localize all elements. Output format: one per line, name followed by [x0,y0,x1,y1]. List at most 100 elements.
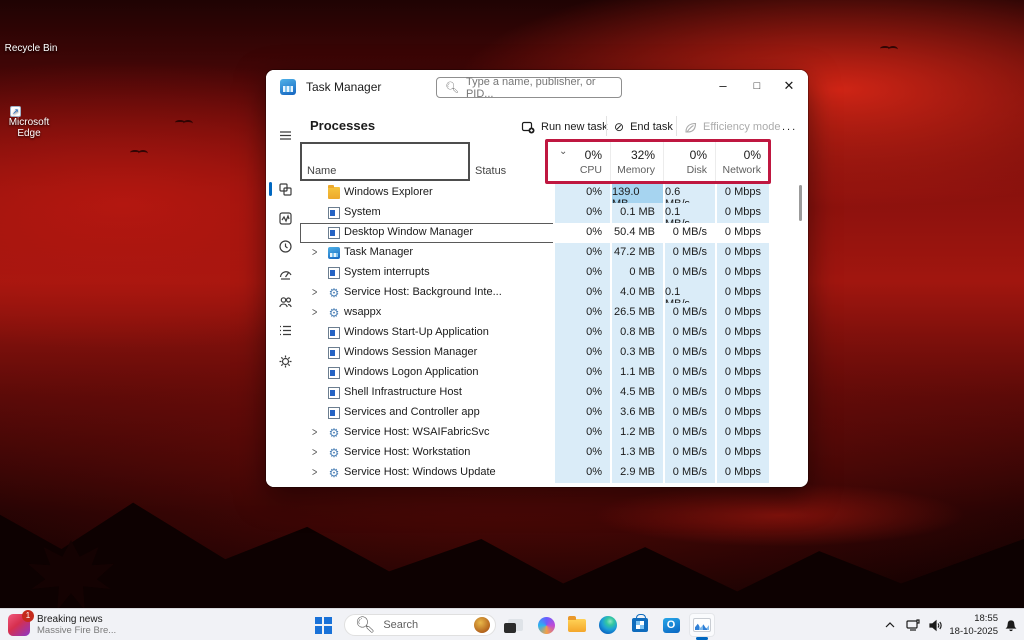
speaker-icon [928,619,942,631]
expand-chevron-icon[interactable]: ˃ [312,246,317,259]
show-hidden-icons-button[interactable] [880,609,900,640]
efficiency-mode-button[interactable]: Efficiency mode [684,116,780,138]
more-options-button[interactable]: ... [782,116,797,138]
memory-cell: 1.1 MB [610,363,663,383]
microsoft-store-button[interactable] [627,613,653,637]
network-cell: 0 Mbps [715,463,769,483]
process-row[interactable]: ˃ ⚙ Service Host: Windows Update 0% 2.9 … [300,463,769,483]
network-cell: 0 Mbps [715,303,769,323]
cpu-cell: 0% [553,263,610,283]
leaf-icon [685,122,697,133]
menu-button[interactable] [274,124,296,146]
search-icon: 🔍︎ [355,617,376,634]
memory-column-label: Memory [617,164,655,176]
sidebar-item-processes[interactable] [274,178,296,200]
memory-cell: 1.2 MB [610,423,663,443]
expand-chevron-icon[interactable]: ˃ [312,426,317,439]
process-row[interactable]: ˃ ⚙ Service Host: Workstation 0% 1.3 MB … [300,443,769,463]
process-row[interactable]: ˃ System interrupts 0% 0 MB 0 MB/s 0 Mbp… [300,263,769,283]
expand-chevron-icon[interactable]: ˃ [312,286,317,299]
desktop-icon-recycle-bin[interactable]: ♻ Recycle Bin [0,8,62,54]
column-header-disk[interactable]: 0% Disk [663,142,715,182]
process-row[interactable]: ˃ Desktop Window Manager 0% 50.4 MB 0 MB… [300,223,769,243]
outlook-button[interactable]: O [658,613,684,637]
process-row[interactable]: ˃ Windows Session Manager 0% 0.3 MB 0 MB… [300,343,769,363]
process-name: Windows Session Manager [344,346,478,358]
task-view-button[interactable] [502,613,528,637]
list-icon [279,325,291,335]
clock-tray[interactable]: 18:55 18-10-2025 [946,612,998,638]
run-new-task-button[interactable]: Run new task [521,116,608,138]
process-row[interactable]: ˃ Windows Logon Application 0% 1.1 MB 0 … [300,363,769,383]
process-row[interactable]: ˃ Shell Infrastructure Host 0% 4.5 MB 0 … [300,383,769,403]
cpu-cell: 0% [553,243,610,263]
notifications-button[interactable] [1000,609,1022,640]
column-header-cpu[interactable]: 0% CPU [553,142,610,182]
expand-chevron-icon[interactable]: ˃ [312,306,317,319]
sidebar-item-users[interactable] [274,291,296,313]
disk-cell: 0.6 MB/s [663,183,715,210]
column-header-memory[interactable]: 32% Memory [610,142,663,182]
expand-chevron-icon[interactable]: ˃ [312,446,317,459]
end-task-label: End task [630,121,673,133]
tray-time: 18:55 [974,613,998,624]
ethernet-icon [906,619,920,631]
toolbar-divider [606,116,607,136]
process-row[interactable]: ˃ Task Manager 0% 47.2 MB 0 MB/s 0 Mbps [300,243,769,263]
process-row[interactable]: ˃ ⚙ Service Host: Background Inte... 0% … [300,283,769,310]
volume-tray-icon[interactable] [924,609,946,640]
taskbar-search[interactable]: 🔍︎ Search [344,614,496,636]
process-row[interactable]: ˃ Windows Start-Up Application 0% 0.8 MB… [300,323,769,343]
network-tray-icon[interactable] [902,609,924,640]
process-search-input[interactable]: 🔍︎ Type a name, publisher, or PID... [436,76,622,100]
column-header-network[interactable]: 0% Network [715,142,769,182]
vertical-scrollbar[interactable] [799,185,802,221]
process-row[interactable]: ˃ ⚙ wsappx 0% 26.5 MB 0 MB/s 0 Mbps [300,303,769,323]
process-row[interactable]: ˃ Windows Explorer 0% 139.0 MB 0.6 MB/s … [300,183,769,210]
disk-cell: 0 MB/s [663,443,715,463]
desktop-icon-microsoft-edge[interactable]: ↗ Microsoft Edge [0,82,62,139]
widgets-button[interactable]: 1 Breaking news Massive Fire Bre... [8,610,168,639]
process-icon [328,367,340,379]
network-cell: 0 Mbps [715,423,769,443]
process-name: Windows Logon Application [344,366,479,378]
expand-chevron-icon[interactable]: ˃ [312,466,317,479]
sidebar-item-app-history[interactable] [274,235,296,257]
sidebar-item-startup-apps[interactable] [274,263,296,285]
process-icon [328,227,340,239]
sidebar-item-details[interactable] [274,319,296,341]
close-button[interactable]: ✕ [772,70,806,102]
network-total-value: 0% [743,148,761,162]
copilot-button[interactable] [533,613,559,637]
end-task-icon: ⊘ [614,120,625,134]
file-explorer-button[interactable] [564,613,590,637]
sidebar-item-services[interactable] [274,350,296,372]
window-titlebar[interactable]: Task Manager 🔍︎ Type a name, publisher, … [266,70,808,104]
memory-cell: 0 MB [610,263,663,283]
start-button[interactable] [310,613,336,637]
disk-cell: 0 MB/s [663,323,715,343]
maximize-button[interactable]: □ [740,70,774,102]
memory-total-value: 32% [630,148,655,162]
memory-cell: 4.0 MB [610,283,663,303]
end-task-button[interactable]: ⊘ End task [614,116,673,138]
sidebar-item-performance[interactable] [274,207,296,229]
process-name: Services and Controller app [344,406,480,418]
page-title: Processes [310,118,376,133]
process-row[interactable]: ˃ ⚙ Service Host: WSAIFabricSvc 0% 1.2 M… [300,423,769,443]
disk-cell: 0 MB/s [663,463,715,483]
process-name: Desktop Window Manager [344,226,474,238]
memory-cell: 2.9 MB [610,463,663,483]
process-name: Service Host: Workstation [344,446,471,458]
process-row[interactable]: ˃ System 0% 0.1 MB 0.1 MB/s 0 Mbps [300,203,769,230]
column-header-status[interactable]: Status [475,165,506,177]
minimize-button[interactable]: – [706,70,740,102]
task-manager-taskbar-button[interactable] [689,613,715,640]
process-row[interactable]: ˃ Services and Controller app 0% 3.6 MB … [300,403,769,423]
edge-button[interactable] [595,613,621,637]
network-cell: 0 Mbps [715,183,769,203]
process-name: System [344,206,381,218]
cpu-cell: 0% [553,343,610,363]
disk-cell: 0 MB/s [663,343,715,363]
disk-cell: 0 MB/s [663,403,715,423]
